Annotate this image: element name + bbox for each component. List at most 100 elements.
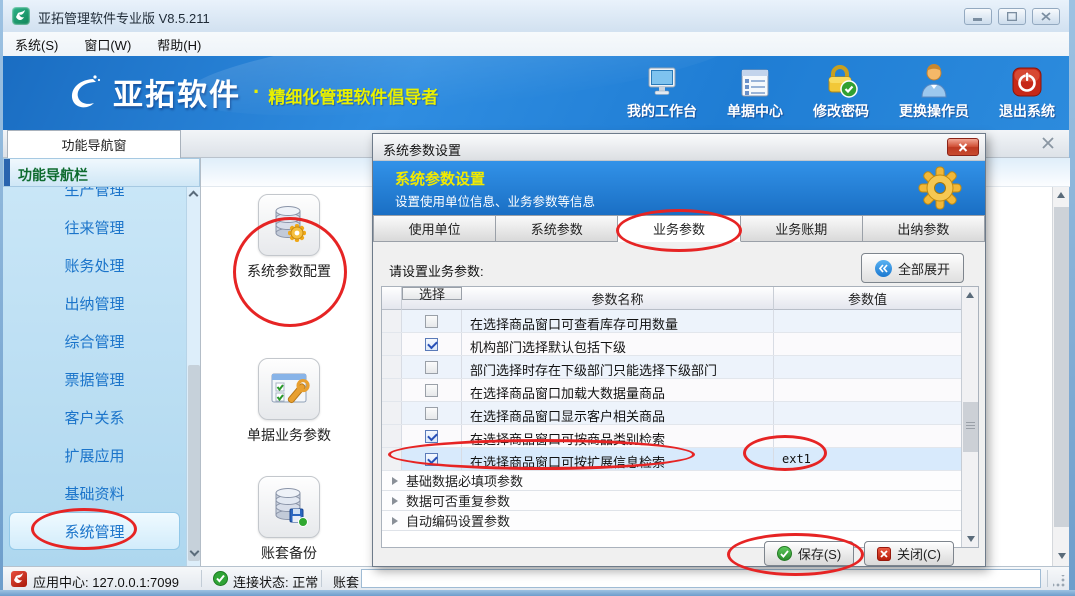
toolbar-item-exit-system[interactable]: 退出系统: [999, 62, 1055, 121]
row-gutter: [382, 356, 402, 378]
scroll-down-icon[interactable]: [187, 544, 201, 560]
param-checkbox[interactable]: [425, 384, 438, 397]
param-checkbox[interactable]: [425, 315, 438, 328]
param-row-5[interactable]: 在选择商品窗口可按商品类别检索: [382, 425, 961, 448]
sidebar-item-8[interactable]: 基础资料: [3, 474, 186, 512]
close-label: 关闭(C): [897, 544, 941, 563]
param-value[interactable]: [774, 356, 961, 378]
param-name: 部门选择时存在下级部门只能选择下级部门: [462, 356, 774, 378]
param-value[interactable]: [774, 425, 961, 447]
scrollbar-thumb[interactable]: [188, 365, 200, 561]
toolbar-label: 单据中心: [727, 101, 783, 121]
scroll-up-icon[interactable]: [189, 191, 199, 201]
param-group-row-1[interactable]: 数据可否重复参数: [382, 491, 961, 511]
param-checkbox[interactable]: [425, 453, 438, 466]
param-value[interactable]: [774, 402, 961, 424]
menu-window[interactable]: 窗口(W): [84, 35, 131, 54]
workbench-monitor-icon: [645, 62, 679, 98]
sidebar-item-3[interactable]: 出纳管理: [3, 284, 186, 322]
save-button[interactable]: 保存(S): [764, 541, 854, 566]
row-checkbox-cell[interactable]: [402, 448, 462, 470]
param-name: 在选择商品窗口显示客户相关商品: [462, 402, 774, 424]
sidebar-scrollbar[interactable]: [186, 187, 200, 566]
toolbar-label: 更换操作员: [899, 101, 969, 121]
sidebar-item-6[interactable]: 客户关系: [3, 398, 186, 436]
scrollbar-thumb[interactable]: [963, 402, 978, 452]
tab-use-unit[interactable]: 使用单位: [373, 215, 496, 242]
toolbar-item-workbench[interactable]: 我的工作台: [627, 62, 697, 121]
row-checkbox-cell[interactable]: [402, 333, 462, 355]
expander-triangle-icon[interactable]: [392, 477, 398, 485]
shortcut-label: 账套备份: [261, 543, 317, 563]
param-row-0[interactable]: 在选择商品窗口可查看库存可用数量: [382, 310, 961, 333]
close-button[interactable]: [1032, 8, 1060, 25]
scroll-down-icon[interactable]: [1053, 548, 1070, 564]
toolbar-item-switch-operator[interactable]: 更换操作员: [899, 62, 969, 121]
tab-business-period[interactable]: 业务账期: [741, 215, 863, 242]
nav-panel-header: 功能导航栏: [3, 158, 200, 187]
sidebar-item-1[interactable]: 往来管理: [3, 208, 186, 246]
scroll-down-icon[interactable]: [962, 531, 979, 547]
param-row-3[interactable]: 在选择商品窗口加载大数据量商品: [382, 379, 961, 402]
param-row-4[interactable]: 在选择商品窗口显示客户相关商品: [382, 402, 961, 425]
header-toolbar: 我的工作台 单据中心: [627, 62, 1055, 121]
status-separator: [201, 570, 202, 587]
row-checkbox-cell[interactable]: [402, 356, 462, 378]
param-checkbox[interactable]: [425, 407, 438, 420]
param-row-2[interactable]: 部门选择时存在下级部门只能选择下级部门: [382, 356, 961, 379]
param-value[interactable]: [774, 379, 961, 401]
sidebar-item-5[interactable]: 票据管理: [3, 360, 186, 398]
expander-triangle-icon[interactable]: [392, 497, 398, 505]
row-checkbox-cell[interactable]: [402, 402, 462, 424]
minimize-button[interactable]: [964, 8, 992, 25]
sidebar-item-4[interactable]: 综合管理: [3, 322, 186, 360]
param-checkbox[interactable]: [425, 430, 438, 443]
shortcut-doc-business-param[interactable]: 单据业务参数: [229, 358, 349, 445]
scrollbar-thumb[interactable]: [1054, 207, 1069, 527]
save-label: 保存(S): [798, 544, 841, 563]
row-checkbox-cell[interactable]: [402, 425, 462, 447]
tab-system-params[interactable]: 系统参数: [496, 215, 618, 242]
tab-function-navigator[interactable]: 功能导航窗: [7, 130, 181, 158]
scroll-up-icon[interactable]: [1057, 192, 1065, 198]
gear-icon: [917, 165, 963, 211]
scroll-up-icon[interactable]: [966, 292, 974, 298]
param-checkbox[interactable]: [425, 361, 438, 374]
expand-all-button[interactable]: 全部展开: [861, 253, 964, 283]
status-connection: 连接状态: 正常: [233, 572, 318, 591]
close-dialog-button[interactable]: 关闭(C): [864, 541, 954, 566]
row-checkbox-cell[interactable]: [402, 379, 462, 401]
expander-triangle-icon[interactable]: [392, 517, 398, 525]
sidebar-item-2[interactable]: 账务处理: [3, 246, 186, 284]
mdi-close-icon[interactable]: [1041, 136, 1055, 150]
resize-grip[interactable]: [1053, 575, 1065, 587]
param-value[interactable]: [774, 333, 961, 355]
sidebar-item-9[interactable]: 系统管理: [9, 512, 180, 550]
menu-help[interactable]: 帮助(H): [157, 35, 201, 54]
tab-business-params[interactable]: 业务参数: [618, 215, 740, 242]
param-value[interactable]: [774, 310, 961, 332]
param-value[interactable]: ext1: [774, 448, 961, 470]
exit-power-icon: [1011, 62, 1043, 98]
menu-system[interactable]: 系统(S): [15, 35, 58, 54]
account-field[interactable]: [361, 569, 1041, 588]
workspace-scrollbar[interactable]: [1052, 187, 1069, 566]
toolbar-item-change-password[interactable]: 修改密码: [813, 62, 869, 121]
param-group-row-0[interactable]: 基础数据必填项参数: [382, 471, 961, 491]
shortcut-system-param-config[interactable]: 系统参数配置: [229, 194, 349, 281]
param-row-6[interactable]: 在选择商品窗口可按扩展信息检索ext1: [382, 448, 961, 471]
row-checkbox-cell[interactable]: [402, 310, 462, 332]
sidebar-item-7[interactable]: 扩展应用: [3, 436, 186, 474]
status-app-logo-icon: [11, 571, 27, 587]
dialog-close-button[interactable]: [947, 138, 979, 156]
param-row-1[interactable]: 机构部门选择默认包括下级: [382, 333, 961, 356]
param-group-row-2[interactable]: 自动编码设置参数: [382, 511, 961, 531]
maximize-button[interactable]: [998, 8, 1026, 25]
toolbar-item-document-center[interactable]: 单据中心: [727, 62, 783, 121]
shortcut-account-backup[interactable]: 账套备份: [229, 476, 349, 563]
param-checkbox[interactable]: [425, 338, 438, 351]
tab-cashier-params[interactable]: 出纳参数: [863, 215, 985, 242]
shortcut-label: 单据业务参数: [247, 425, 331, 445]
table-scrollbar[interactable]: [961, 287, 978, 547]
sidebar-item-0[interactable]: 生产管理: [3, 187, 186, 208]
